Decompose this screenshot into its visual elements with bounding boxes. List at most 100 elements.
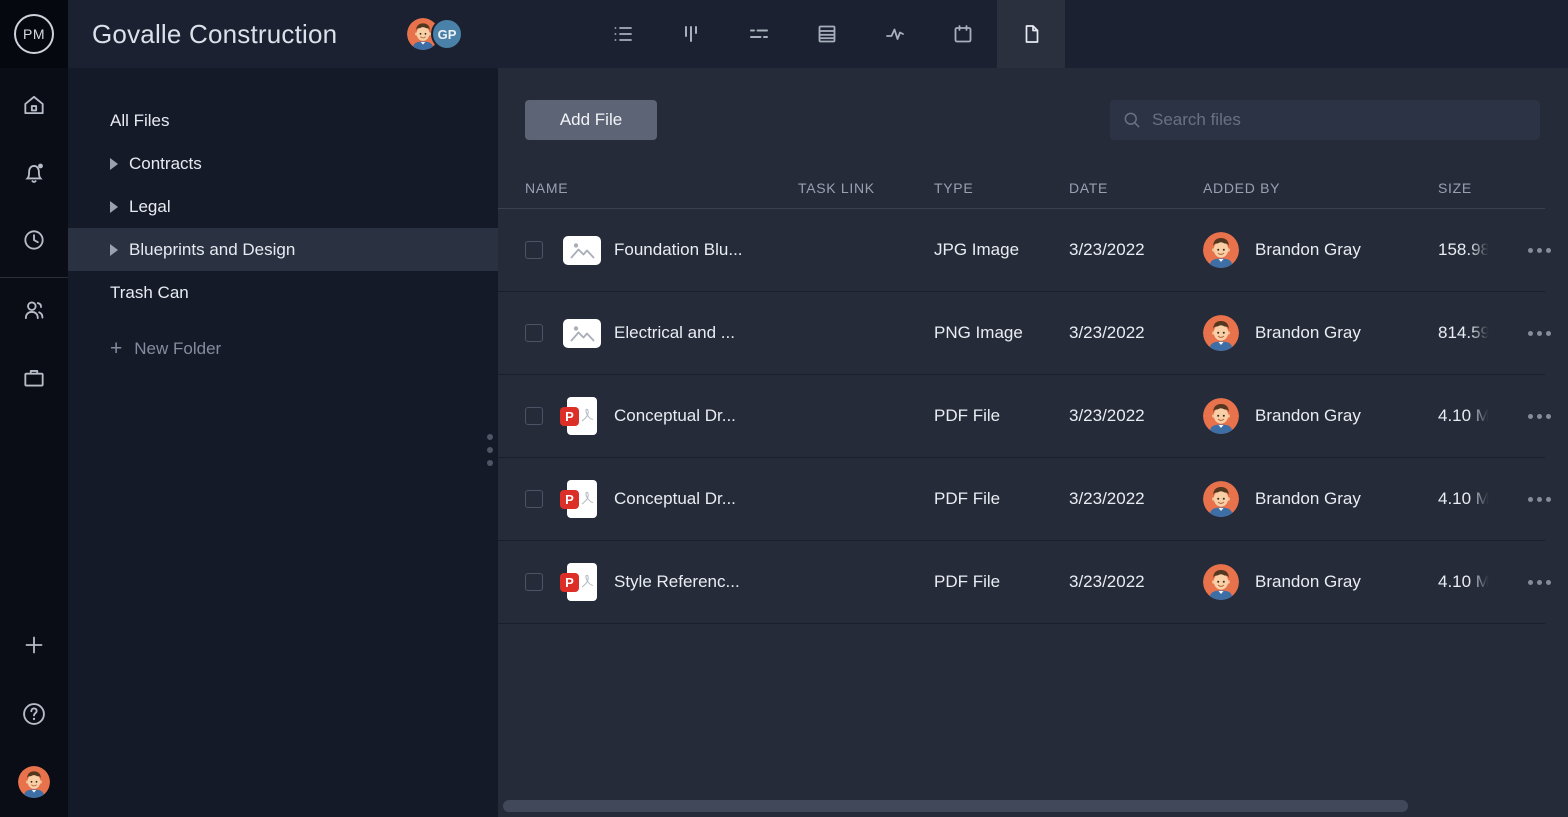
added-by-name: Brandon Gray <box>1255 489 1361 509</box>
expand-caret-icon[interactable] <box>110 201 118 213</box>
folder-panel: All Files Contracts Legal Blueprints and… <box>68 68 498 817</box>
added-by-avatar <box>1203 315 1239 351</box>
panel-resize-handle[interactable] <box>484 426 496 474</box>
added-by-name: Brandon Gray <box>1255 240 1361 260</box>
row-checkbox[interactable] <box>525 407 543 425</box>
image-file-icon <box>563 319 601 348</box>
row-more-menu-button[interactable] <box>1528 331 1562 336</box>
tab-files-view[interactable] <box>997 0 1065 68</box>
search-files-box <box>1110 100 1540 140</box>
list-view-icon <box>611 22 635 46</box>
added-by-avatar <box>1203 232 1239 268</box>
help-icon <box>20 700 48 728</box>
horizontal-scrollbar-thumb[interactable] <box>503 800 1408 812</box>
row-more-menu-button[interactable] <box>1528 248 1562 253</box>
person-avatar-graphic <box>18 766 50 798</box>
file-name: Foundation Blu... <box>614 240 743 260</box>
expand-caret-icon[interactable] <box>110 244 118 256</box>
team-button[interactable] <box>0 286 68 334</box>
portfolio-button[interactable] <box>0 354 68 402</box>
column-header-type: TYPE <box>934 180 1069 196</box>
row-more-menu-button[interactable] <box>1528 414 1562 419</box>
row-checkbox[interactable] <box>525 490 543 508</box>
file-table-header: NAME TASK LINK TYPE DATE ADDED BY SIZE <box>498 168 1545 209</box>
row-checkbox[interactable] <box>525 241 543 259</box>
folder-item-blueprints-and-design[interactable]: Blueprints and Design <box>68 228 498 271</box>
pm-logo-icon: PM <box>14 14 54 54</box>
expand-caret-icon[interactable] <box>110 158 118 170</box>
person-avatar-graphic <box>1203 315 1239 351</box>
file-type: PNG Image <box>934 323 1069 343</box>
folder-item-all-files[interactable]: All Files <box>68 99 498 142</box>
recent-button[interactable] <box>0 216 68 264</box>
navigation-rail <box>0 68 68 817</box>
row-more-menu-button[interactable] <box>1528 497 1562 502</box>
new-folder-button[interactable]: + New Folder <box>110 331 221 367</box>
tab-list-view[interactable] <box>589 0 657 68</box>
added-by-name: Brandon Gray <box>1255 406 1361 426</box>
recent-clock-icon <box>21 227 47 253</box>
file-date: 3/23/2022 <box>1069 323 1203 343</box>
file-name: Style Referenc... <box>614 572 740 592</box>
row-checkbox[interactable] <box>525 324 543 342</box>
files-main-panel: Add File NAME TASK LINK TYPE DATE ADDED … <box>498 68 1568 817</box>
member-initials-badge: GP <box>431 18 463 50</box>
pdf-badge: P <box>560 490 579 509</box>
pdf-swirl-glyph <box>580 490 594 508</box>
pdf-swirl-glyph <box>580 407 594 425</box>
file-row[interactable]: P Conceptual Dr... PDF File 3/23/2022 Br… <box>498 375 1545 458</box>
profile-avatar[interactable] <box>18 766 50 798</box>
tab-sheet-view[interactable] <box>793 0 861 68</box>
file-size: 814.59 <box>1438 323 1490 343</box>
tab-activity-view[interactable] <box>861 0 929 68</box>
folder-item-legal[interactable]: Legal <box>68 185 498 228</box>
file-date: 3/23/2022 <box>1069 406 1203 426</box>
rail-divider <box>0 277 68 278</box>
added-by-name: Brandon Gray <box>1255 323 1361 343</box>
file-type: PDF File <box>934 406 1069 426</box>
home-button[interactable] <box>0 81 68 129</box>
folder-item-contracts[interactable]: Contracts <box>68 142 498 185</box>
help-button[interactable] <box>0 690 68 738</box>
notifications-button[interactable] <box>0 149 68 197</box>
folder-item-trash-can[interactable]: Trash Can <box>68 271 498 314</box>
row-checkbox[interactable] <box>525 573 543 591</box>
pm-home-logo[interactable]: PM <box>0 0 68 68</box>
search-icon <box>1122 110 1142 130</box>
calendar-view-icon <box>951 22 975 46</box>
person-avatar-graphic <box>1203 481 1239 517</box>
file-size: 158.98 <box>1438 240 1490 260</box>
view-switcher <box>589 0 1065 68</box>
gantt-view-icon <box>747 22 771 46</box>
add-plus-icon <box>22 633 46 657</box>
file-size: 4.10 M <box>1438 572 1490 592</box>
topbar: PM Govalle Construction GP <box>0 0 1568 68</box>
file-row[interactable]: Foundation Blu... JPG Image 3/23/2022 Br… <box>498 209 1545 292</box>
file-type: PDF File <box>934 572 1069 592</box>
row-more-menu-button[interactable] <box>1528 580 1562 585</box>
tab-board-view[interactable] <box>657 0 725 68</box>
sheet-view-icon <box>815 22 839 46</box>
column-header-added-by: ADDED BY <box>1203 180 1438 196</box>
add-button[interactable] <box>0 621 68 669</box>
folder-tree: All Files Contracts Legal Blueprints and… <box>68 99 498 314</box>
new-folder-label: New Folder <box>134 339 221 359</box>
pdf-file-icon: P <box>567 480 597 518</box>
file-row[interactable]: P Conceptual Dr... PDF File 3/23/2022 Br… <box>498 458 1545 541</box>
file-size: 4.10 M <box>1438 489 1490 509</box>
added-by-avatar <box>1203 481 1239 517</box>
added-by-avatar <box>1203 564 1239 600</box>
home-icon <box>21 92 47 118</box>
add-file-button[interactable]: Add File <box>525 100 657 140</box>
file-row[interactable]: P Style Referenc... PDF File 3/23/2022 B… <box>498 541 1545 624</box>
project-members-button[interactable]: GP <box>407 18 463 50</box>
file-type: PDF File <box>934 489 1069 509</box>
file-size: 4.10 M <box>1438 406 1490 426</box>
added-by-name: Brandon Gray <box>1255 572 1361 592</box>
tab-gantt-view[interactable] <box>725 0 793 68</box>
person-avatar-graphic <box>1203 564 1239 600</box>
search-input[interactable] <box>1152 110 1528 130</box>
file-row[interactable]: Electrical and ... PNG Image 3/23/2022 B… <box>498 292 1545 375</box>
tab-calendar-view[interactable] <box>929 0 997 68</box>
pdf-badge: P <box>560 407 579 426</box>
